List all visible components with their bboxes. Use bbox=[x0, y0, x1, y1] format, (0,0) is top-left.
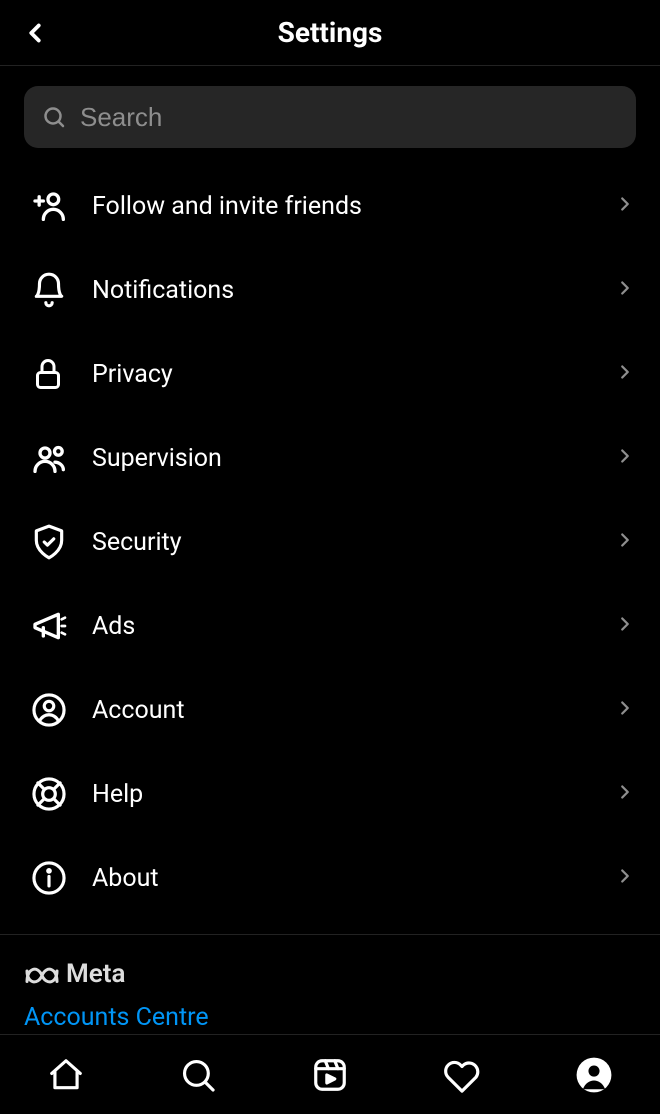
back-button[interactable] bbox=[10, 0, 60, 66]
row-account[interactable]: Account bbox=[0, 668, 660, 752]
chevron-right-icon bbox=[614, 529, 636, 555]
row-label: Help bbox=[92, 780, 614, 809]
chevron-right-icon bbox=[614, 361, 636, 387]
meta-brand: Meta bbox=[24, 959, 636, 989]
tab-search[interactable] bbox=[168, 1045, 228, 1105]
tab-home[interactable] bbox=[36, 1045, 96, 1105]
chevron-right-icon bbox=[614, 445, 636, 471]
search-icon bbox=[42, 105, 66, 129]
search-container bbox=[0, 66, 660, 158]
lifebuoy-icon bbox=[30, 775, 92, 813]
chevron-right-icon bbox=[614, 781, 636, 807]
heart-icon bbox=[443, 1056, 481, 1094]
row-supervision[interactable]: Supervision bbox=[0, 416, 660, 500]
tab-profile[interactable] bbox=[564, 1045, 624, 1105]
chevron-right-icon bbox=[614, 865, 636, 891]
user-plus-icon bbox=[30, 186, 92, 226]
megaphone-icon bbox=[30, 606, 92, 646]
home-icon bbox=[47, 1056, 85, 1094]
search-box[interactable] bbox=[24, 86, 636, 148]
chevron-left-icon bbox=[20, 18, 50, 48]
row-notifications[interactable]: Notifications bbox=[0, 248, 660, 332]
shield-icon bbox=[30, 523, 92, 561]
meta-brand-label: Meta bbox=[66, 959, 125, 989]
bell-icon bbox=[30, 271, 92, 309]
row-privacy[interactable]: Privacy bbox=[0, 332, 660, 416]
chevron-right-icon bbox=[614, 613, 636, 639]
meta-logo-icon bbox=[24, 962, 60, 986]
row-label: Privacy bbox=[92, 360, 614, 389]
tab-activity[interactable] bbox=[432, 1045, 492, 1105]
row-help[interactable]: Help bbox=[0, 752, 660, 836]
row-label: Supervision bbox=[92, 444, 614, 473]
info-icon bbox=[30, 859, 92, 897]
header: Settings bbox=[0, 0, 660, 66]
row-follow-invite[interactable]: Follow and invite friends bbox=[0, 164, 660, 248]
profile-icon bbox=[575, 1056, 613, 1094]
page-title: Settings bbox=[278, 16, 383, 49]
row-label: Security bbox=[92, 528, 614, 557]
settings-list: Follow and invite friends Notifications … bbox=[0, 158, 660, 926]
chevron-right-icon bbox=[614, 277, 636, 303]
accounts-centre-link[interactable]: Accounts Centre bbox=[24, 1003, 636, 1032]
reels-icon bbox=[311, 1056, 349, 1094]
account-icon bbox=[30, 691, 92, 729]
row-label: Account bbox=[92, 696, 614, 725]
row-label: Ads bbox=[92, 612, 614, 641]
search-input[interactable] bbox=[80, 102, 618, 133]
row-about[interactable]: About bbox=[0, 836, 660, 920]
meta-section: Meta Accounts Centre bbox=[0, 935, 660, 1032]
row-label: Follow and invite friends bbox=[92, 192, 614, 221]
chevron-right-icon bbox=[614, 193, 636, 219]
tab-bar bbox=[0, 1034, 660, 1114]
lock-icon bbox=[30, 356, 92, 392]
tab-reels[interactable] bbox=[300, 1045, 360, 1105]
row-security[interactable]: Security bbox=[0, 500, 660, 584]
row-label: Notifications bbox=[92, 276, 614, 305]
row-ads[interactable]: Ads bbox=[0, 584, 660, 668]
chevron-right-icon bbox=[614, 697, 636, 723]
people-icon bbox=[30, 438, 92, 478]
search-icon bbox=[179, 1056, 217, 1094]
row-label: About bbox=[92, 864, 614, 893]
